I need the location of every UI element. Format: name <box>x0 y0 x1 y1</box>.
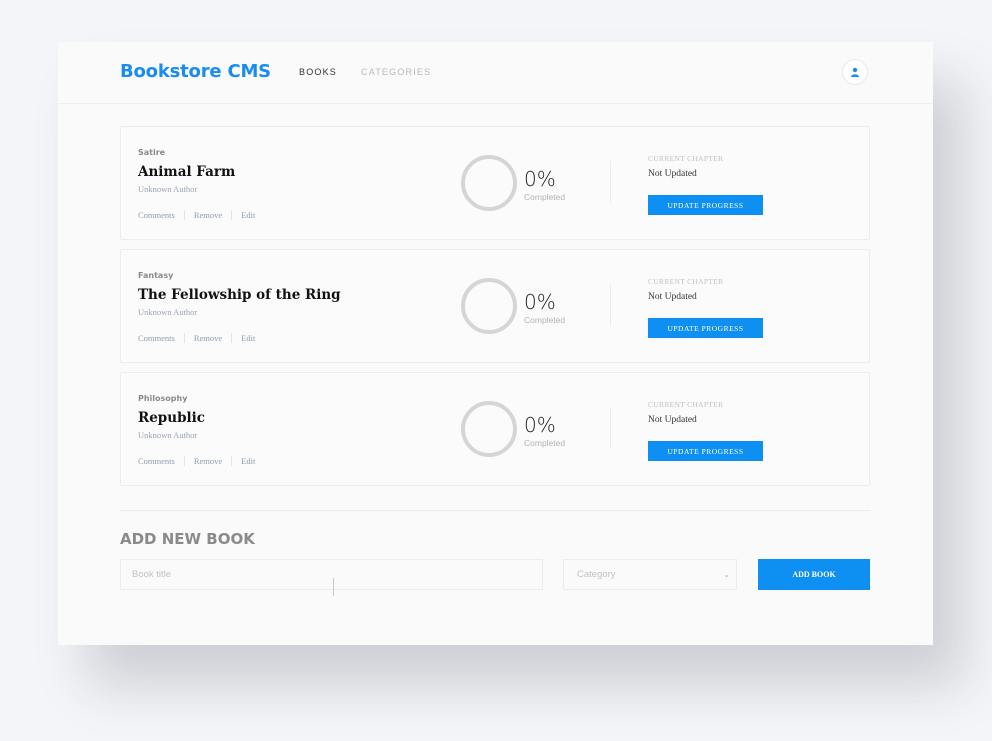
app-panel: Bookstore CMS BOOKS CATEGORIES Satire An… <box>58 42 933 645</box>
book-card: Satire Animal Farm Unknown Author Commen… <box>120 126 870 240</box>
update-progress-button[interactable]: UPDATE PROGRESS <box>648 195 763 215</box>
nav-books[interactable]: BOOKS <box>299 67 337 77</box>
user-button[interactable] <box>842 59 868 85</box>
header: Bookstore CMS BOOKS CATEGORIES <box>58 42 933 104</box>
progress-ring <box>461 278 517 334</box>
add-book-heading: ADD NEW BOOK <box>120 530 255 548</box>
text-cursor <box>333 578 334 596</box>
chapter-label: CURRENT CHAPTER <box>648 154 724 163</box>
divider <box>610 407 611 449</box>
book-card: Fantasy The Fellowship of the Ring Unkno… <box>120 249 870 363</box>
book-author: Unknown Author <box>138 430 198 440</box>
chevron-down-icon: ⌄ <box>723 570 730 579</box>
update-progress-button[interactable]: UPDATE PROGRESS <box>648 318 763 338</box>
category-select-value: Category <box>577 569 616 580</box>
remove-button[interactable]: Remove <box>194 210 233 220</box>
divider <box>610 284 611 326</box>
edit-button[interactable]: Edit <box>241 456 264 466</box>
user-icon <box>851 67 859 77</box>
progress-label: Completed <box>524 315 566 325</box>
remove-button[interactable]: Remove <box>194 333 233 343</box>
section-divider <box>120 510 870 511</box>
book-card: Philosophy Republic Unknown Author Comme… <box>120 372 870 486</box>
progress-percent: 0% <box>524 290 556 314</box>
book-genre: Satire <box>138 148 166 157</box>
update-progress-button[interactable]: UPDATE PROGRESS <box>648 441 763 461</box>
book-title-input[interactable]: Book title <box>120 559 543 590</box>
book-actions: Comments Remove Edit <box>138 210 273 220</box>
book-genre: Fantasy <box>138 271 174 280</box>
edit-button[interactable]: Edit <box>241 333 264 343</box>
nav-categories[interactable]: CATEGORIES <box>361 67 431 77</box>
book-title: Republic <box>138 410 205 426</box>
chapter-label: CURRENT CHAPTER <box>648 277 724 286</box>
remove-button[interactable]: Remove <box>194 456 233 466</box>
chapter-label: CURRENT CHAPTER <box>648 400 724 409</box>
add-book-button[interactable]: ADD BOOK <box>758 559 870 590</box>
chapter-value: Not Updated <box>648 169 697 179</box>
book-title: The Fellowship of the Ring <box>138 287 341 303</box>
category-select[interactable]: Category ⌄ <box>563 559 737 590</box>
comments-button[interactable]: Comments <box>138 456 185 466</box>
chapter-value: Not Updated <box>648 292 697 302</box>
edit-button[interactable]: Edit <box>241 210 264 220</box>
book-actions: Comments Remove Edit <box>138 333 273 343</box>
progress-label: Completed <box>524 192 566 202</box>
book-title: Animal Farm <box>138 164 236 180</box>
book-actions: Comments Remove Edit <box>138 456 273 466</box>
book-author: Unknown Author <box>138 307 198 317</box>
book-genre: Philosophy <box>138 394 188 403</box>
book-author: Unknown Author <box>138 184 198 194</box>
progress-label: Completed <box>524 438 566 448</box>
chapter-value: Not Updated <box>648 415 697 425</box>
progress-ring <box>461 155 517 211</box>
comments-button[interactable]: Comments <box>138 210 185 220</box>
brand-logo[interactable]: Bookstore CMS <box>120 61 271 82</box>
progress-percent: 0% <box>524 167 556 191</box>
comments-button[interactable]: Comments <box>138 333 185 343</box>
progress-ring <box>461 401 517 457</box>
progress-percent: 0% <box>524 413 556 437</box>
divider <box>610 161 611 203</box>
